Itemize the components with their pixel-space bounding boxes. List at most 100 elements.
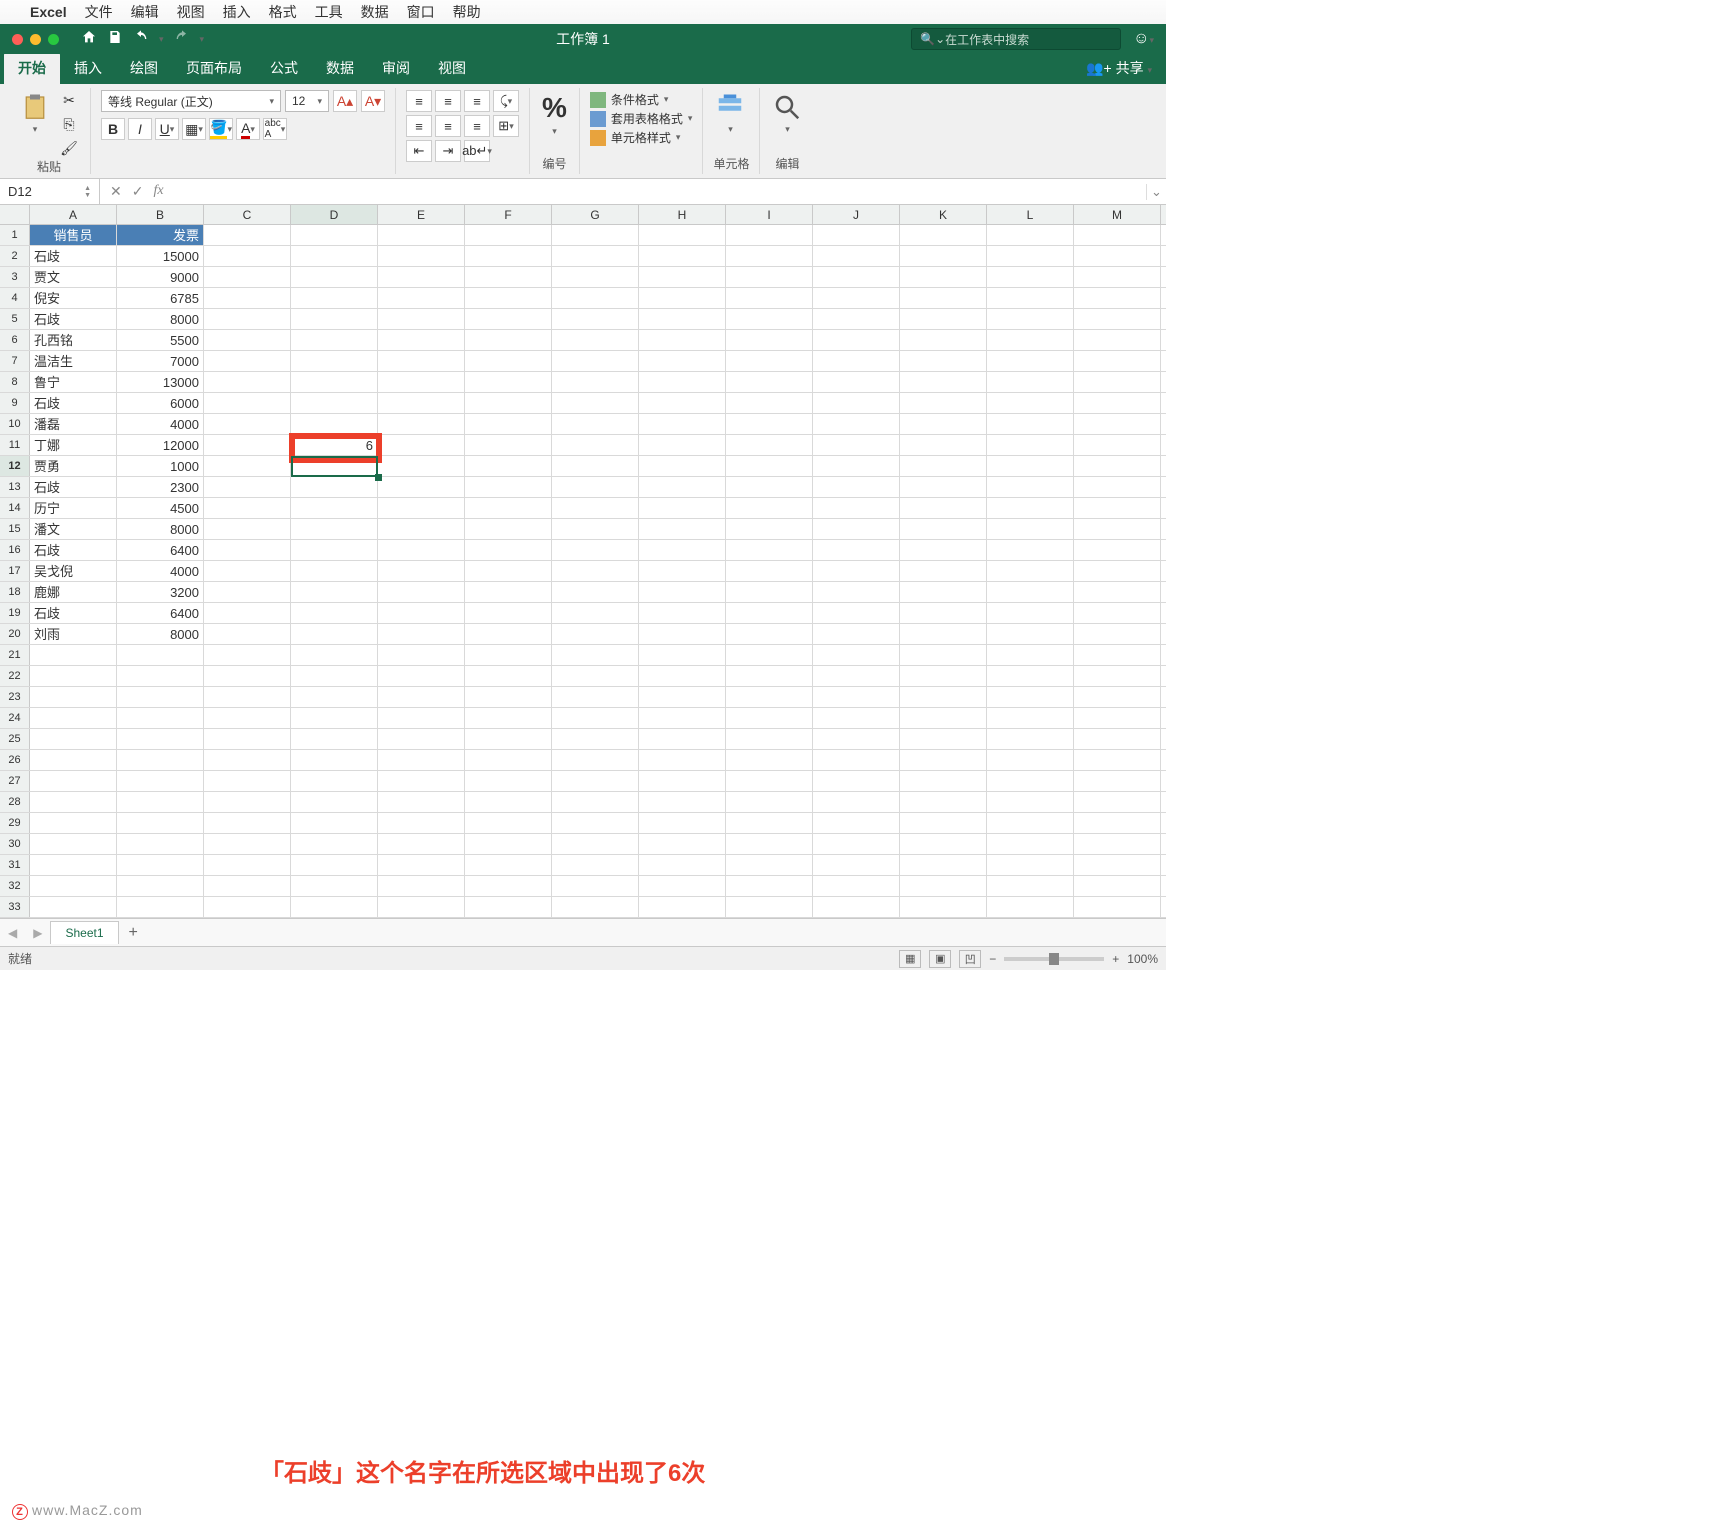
cell-F15[interactable] [465, 519, 552, 539]
cell-A18[interactable]: 鹿娜 [30, 582, 117, 602]
row-header[interactable]: 33 [0, 897, 30, 917]
cell-F5[interactable] [465, 309, 552, 329]
cell-C20[interactable] [204, 624, 291, 644]
cell-I4[interactable] [726, 288, 813, 308]
cell-B27[interactable] [117, 771, 204, 791]
cell-E8[interactable] [378, 372, 465, 392]
column-header-B[interactable]: B [117, 205, 204, 224]
cell-D15[interactable] [291, 519, 378, 539]
cell-I29[interactable] [726, 813, 813, 833]
tab-view[interactable]: 视图 [424, 52, 480, 84]
cell-F22[interactable] [465, 666, 552, 686]
cell-C2[interactable] [204, 246, 291, 266]
cell-J4[interactable] [813, 288, 900, 308]
cell-L5[interactable] [987, 309, 1074, 329]
cell-C9[interactable] [204, 393, 291, 413]
cell-M9[interactable] [1074, 393, 1161, 413]
cell-H3[interactable] [639, 267, 726, 287]
cell-B9[interactable]: 6000 [117, 393, 204, 413]
cell-H10[interactable] [639, 414, 726, 434]
row-header[interactable]: 19 [0, 603, 30, 623]
cell-A6[interactable]: 孔西铭 [30, 330, 117, 350]
cell-G28[interactable] [552, 792, 639, 812]
cell-F32[interactable] [465, 876, 552, 896]
cell-H7[interactable] [639, 351, 726, 371]
cell-L8[interactable] [987, 372, 1074, 392]
table-format-button[interactable]: 套用表格格式 ▾ [590, 109, 693, 128]
align-left-icon[interactable]: ≡ [406, 115, 432, 137]
zoom-level[interactable]: 100% [1127, 952, 1158, 966]
cell-B22[interactable] [117, 666, 204, 686]
cell-I27[interactable] [726, 771, 813, 791]
cell-I2[interactable] [726, 246, 813, 266]
cell-H26[interactable] [639, 750, 726, 770]
cell-K29[interactable] [900, 813, 987, 833]
redo-icon[interactable] [174, 29, 190, 49]
cell-E19[interactable] [378, 603, 465, 623]
cell-M21[interactable] [1074, 645, 1161, 665]
cell-M1[interactable] [1074, 225, 1161, 245]
cell-D31[interactable] [291, 855, 378, 875]
cell-J28[interactable] [813, 792, 900, 812]
underline-button[interactable]: U▾ [155, 118, 179, 140]
row-header[interactable]: 32 [0, 876, 30, 896]
cell-M32[interactable] [1074, 876, 1161, 896]
menu-help[interactable]: 帮助 [453, 2, 481, 22]
row-header[interactable]: 13 [0, 477, 30, 497]
cell-F28[interactable] [465, 792, 552, 812]
cell-I24[interactable] [726, 708, 813, 728]
zoom-in-icon[interactable]: + [1112, 952, 1119, 966]
cell-B26[interactable] [117, 750, 204, 770]
cell-A25[interactable] [30, 729, 117, 749]
cell-E23[interactable] [378, 687, 465, 707]
cell-B24[interactable] [117, 708, 204, 728]
cell-I33[interactable] [726, 897, 813, 917]
cell-H9[interactable] [639, 393, 726, 413]
cell-I5[interactable] [726, 309, 813, 329]
cell-D4[interactable] [291, 288, 378, 308]
cell-K28[interactable] [900, 792, 987, 812]
cell-A17[interactable]: 吴戈倪 [30, 561, 117, 581]
cell-I17[interactable] [726, 561, 813, 581]
cell-G19[interactable] [552, 603, 639, 623]
cell-B29[interactable] [117, 813, 204, 833]
cell-J29[interactable] [813, 813, 900, 833]
cell-G23[interactable] [552, 687, 639, 707]
insert-function-icon[interactable]: fx [153, 183, 163, 200]
cell-B19[interactable]: 6400 [117, 603, 204, 623]
cell-A10[interactable]: 潘磊 [30, 414, 117, 434]
cell-M13[interactable] [1074, 477, 1161, 497]
cell-E25[interactable] [378, 729, 465, 749]
row-header[interactable]: 2 [0, 246, 30, 266]
cell-L7[interactable] [987, 351, 1074, 371]
minimize-window-button[interactable] [30, 34, 41, 45]
cell-A27[interactable] [30, 771, 117, 791]
cell-K16[interactable] [900, 540, 987, 560]
cell-J21[interactable] [813, 645, 900, 665]
format-painter-icon[interactable]: 🖌 [58, 138, 80, 158]
cell-F18[interactable] [465, 582, 552, 602]
cell-D13[interactable] [291, 477, 378, 497]
row-header[interactable]: 21 [0, 645, 30, 665]
cell-K13[interactable] [900, 477, 987, 497]
row-header[interactable]: 3 [0, 267, 30, 287]
cell-I6[interactable] [726, 330, 813, 350]
cell-K14[interactable] [900, 498, 987, 518]
cell-styles-button[interactable]: 单元格样式 ▾ [590, 128, 693, 147]
cell-J9[interactable] [813, 393, 900, 413]
cell-F2[interactable] [465, 246, 552, 266]
cell-K10[interactable] [900, 414, 987, 434]
cell-K18[interactable] [900, 582, 987, 602]
wrap-text-icon[interactable]: ab↵▾ [464, 140, 490, 162]
cell-C22[interactable] [204, 666, 291, 686]
cell-B18[interactable]: 3200 [117, 582, 204, 602]
column-header-J[interactable]: J [813, 205, 900, 224]
cell-B11[interactable]: 12000 [117, 435, 204, 455]
cell-E5[interactable] [378, 309, 465, 329]
cell-F23[interactable] [465, 687, 552, 707]
row-header[interactable]: 31 [0, 855, 30, 875]
cell-J26[interactable] [813, 750, 900, 770]
selection-handle[interactable] [375, 474, 382, 481]
cell-K19[interactable] [900, 603, 987, 623]
cell-J12[interactable] [813, 456, 900, 476]
